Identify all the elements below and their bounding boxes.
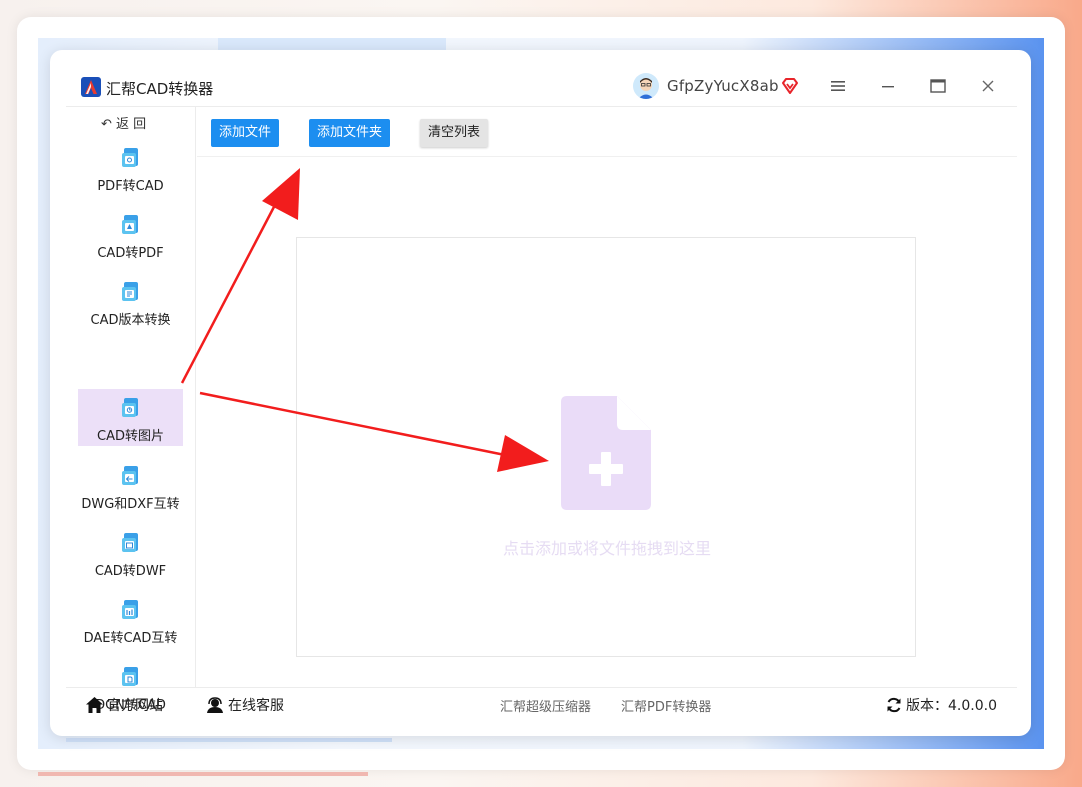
maximize-button[interactable] [928,76,948,96]
back-arrow-icon: ↶ [101,117,112,132]
user-avatar[interactable] [633,73,659,99]
app-logo-icon [81,77,101,97]
clear-list-button[interactable]: 清空列表 [420,119,489,147]
cad-to-dwf-icon [121,533,138,552]
maximize-icon [930,79,946,93]
hamburger-icon [831,81,845,91]
toolbar: 添加文件 添加文件夹 清空列表 [197,107,1017,157]
sidebar-item-label: CAD版本转换 [90,313,171,328]
minimize-icon [882,86,894,88]
support-label: 在线客服 [228,698,284,714]
app-window: 汇帮CAD转换器 GfpZyYucX8ab ↶ 返 回 PDF转CAD CAD转… [50,50,1031,736]
cad-version-icon [121,282,138,301]
menu-button[interactable] [828,76,848,96]
sidebar-item-label: CAD转DWF [94,564,167,579]
cad-to-pdf-icon [121,215,138,234]
title-bar: 汇帮CAD转换器 GfpZyYucX8ab [50,50,1031,106]
close-icon [982,80,994,92]
online-support-link[interactable]: 在线客服 [206,695,284,715]
sidebar-item-cad-version[interactable]: CAD版本转换 [78,273,183,330]
back-label: 返 回 [116,117,147,132]
home-icon [86,697,103,713]
add-file-button[interactable]: 添加文件 [211,119,280,147]
cad-to-image-icon [121,398,138,417]
refresh-icon [887,697,901,713]
sidebar-item-label: PDF转CAD [97,179,164,194]
user-name[interactable]: GfpZyYucX8ab [667,77,779,95]
official-website-link[interactable]: 官方网站 [86,695,163,715]
add-file-icon [561,396,651,510]
sidebar-item-cad-to-pdf[interactable]: CAD转PDF [78,206,183,263]
website-label: 官方网站 [107,698,163,714]
sidebar-item-dwg-dxf[interactable]: DWG和DXF互转 [78,457,183,514]
sidebar-item-label: DAE转CAD互转 [83,631,178,646]
headset-icon [207,697,223,713]
vip-diamond-icon[interactable] [780,76,800,96]
close-button[interactable] [978,76,998,96]
background-line [66,738,392,742]
add-folder-button[interactable]: 添加文件夹 [309,119,391,147]
sidebar-item-pdf-to-cad[interactable]: PDF转CAD [78,139,183,196]
pdf-to-cad-icon [121,148,138,167]
sidebar-item-dae-cad[interactable]: DAE转CAD互转 [78,591,183,648]
sidebar-item-cad-to-dwf[interactable]: CAD转DWF [78,524,183,581]
back-button[interactable]: ↶ 返 回 [101,113,146,132]
app-title: 汇帮CAD转换器 [106,80,214,98]
sidebar-item-label: DWG和DXF互转 [81,497,180,512]
sidebar-item-cad-to-image[interactable]: CAD转图片 [78,389,183,446]
drop-hint-text: 点击添加或将文件拖拽到这里 [502,539,711,558]
dae-cad-icon [121,600,138,619]
version-check[interactable]: 版本：4.0.0.0 [886,695,997,715]
minimize-button[interactable] [878,76,898,96]
avatar-icon [633,73,659,99]
sidebar-item-label: CAD转PDF [97,246,164,261]
dgn-to-cad-icon [121,667,138,686]
dwg-dxf-icon [121,466,138,485]
divider [66,687,1017,688]
version-label: 版本：4.0.0.0 [906,698,997,714]
compressor-link[interactable]: 汇帮超级压缩器 [500,696,591,715]
sidebar-item-label: CAD转图片 [97,429,164,444]
file-drop-zone[interactable]: 点击添加或将文件拖拽到这里 [296,237,916,657]
pdf-converter-link[interactable]: 汇帮PDF转换器 [621,696,711,715]
background-line [38,772,368,776]
sidebar: ↶ 返 回 PDF转CAD CAD转PDF CAD版本转换 CAD转图片 DWG… [66,107,196,713]
